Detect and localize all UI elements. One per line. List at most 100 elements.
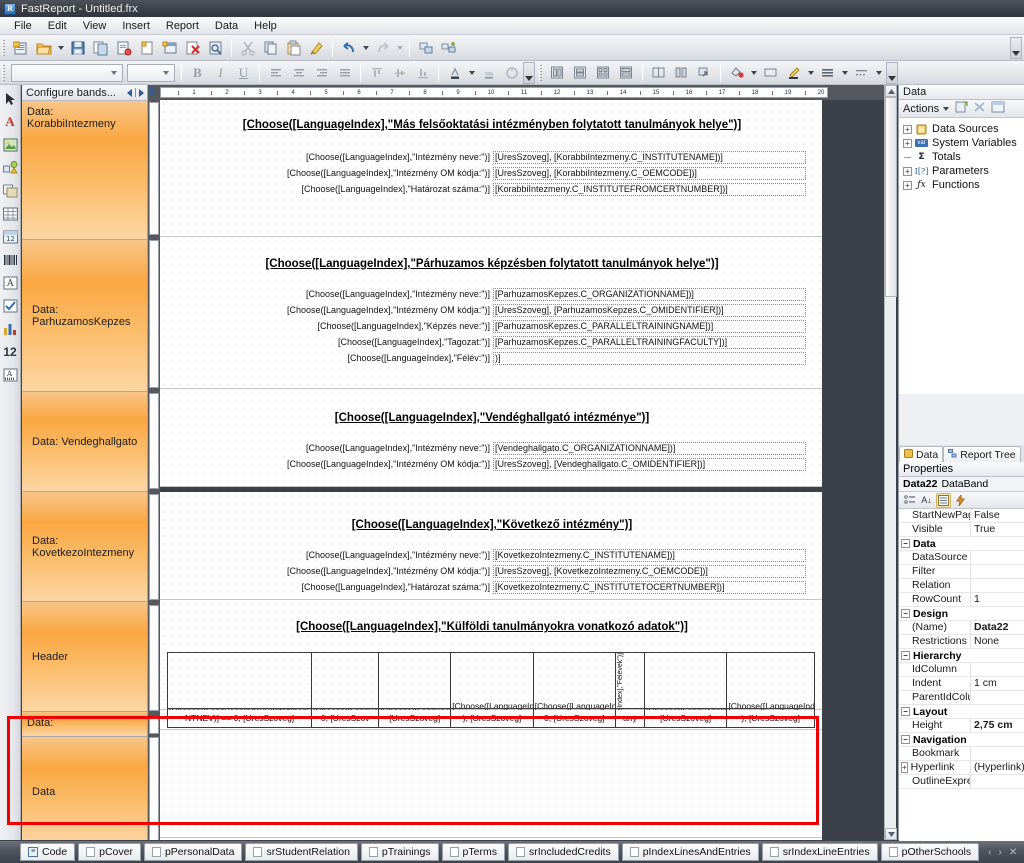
property-value[interactable]: False bbox=[971, 509, 1024, 522]
field-value[interactable]: [KovetkezoIntezmeny.C_INSTITUTETOCERTNUM… bbox=[493, 581, 806, 594]
font-name-select[interactable] bbox=[11, 63, 123, 82]
field-value[interactable]: [ParhuzamosKepzes.C_PARALLELTRAININGNAME… bbox=[493, 320, 806, 333]
same-height-icon[interactable] bbox=[671, 62, 692, 83]
band-parhuzamos-kepzes[interactable]: Data: ParhuzamosKepzes bbox=[22, 240, 147, 392]
new-item-icon[interactable] bbox=[955, 101, 968, 116]
menu-view[interactable]: View bbox=[75, 18, 115, 34]
tree-item-functions[interactable]: + ƒx Functions bbox=[903, 178, 1024, 192]
property-row[interactable]: Restrictions None bbox=[899, 635, 1024, 649]
property-value[interactable]: (Hyperlink) bbox=[971, 761, 1024, 774]
field-label[interactable]: [Choose([LanguageIndex],"Intézmény neve:… bbox=[240, 550, 490, 561]
align-justify-icon[interactable] bbox=[334, 62, 355, 83]
style-icon[interactable] bbox=[760, 62, 781, 83]
field-value[interactable]: [UresSzoveg], [Vendeghallgato.C_OMIDENTI… bbox=[493, 458, 806, 471]
actions-menu-button[interactable]: Actions bbox=[903, 103, 939, 115]
align-objects-center-icon[interactable] bbox=[570, 62, 591, 83]
section-title[interactable]: [Choose([LanguageIndex],"Más felsőoktatá… bbox=[182, 119, 802, 131]
property-row[interactable]: RowCount 1 bbox=[899, 593, 1024, 607]
property-row[interactable]: Indent 1 cm bbox=[899, 677, 1024, 691]
property-value[interactable]: None bbox=[971, 635, 1024, 648]
tab-code[interactable]: ≡ Code bbox=[20, 843, 76, 861]
format-painter-icon[interactable] bbox=[306, 37, 327, 58]
table-cell[interactable]: [UresSzoveg] bbox=[643, 708, 728, 728]
barcode-icon[interactable] bbox=[1, 249, 20, 271]
field-label[interactable]: [Choose([LanguageIndex],"Intézmény neve:… bbox=[240, 443, 490, 454]
section-vendeghallgato[interactable]: [Choose([LanguageIndex],"Vendéghallgató … bbox=[160, 389, 822, 487]
toolbar-overflow-button[interactable] bbox=[1010, 36, 1022, 59]
table-cell[interactable]: 0, [UresSzov bbox=[311, 708, 380, 728]
tab-ptrainings[interactable]: pTrainings bbox=[360, 843, 439, 861]
menu-help[interactable]: Help bbox=[246, 18, 285, 34]
expand-icon[interactable]: + bbox=[903, 124, 912, 134]
field-label[interactable]: [Choose([LanguageIndex],"Intézmény neve:… bbox=[240, 289, 490, 300]
field-value[interactable]: [Vendeghallgato.C_ORGANIZATIONNAME])] bbox=[493, 442, 806, 455]
property-group[interactable]: − Design bbox=[899, 607, 1024, 621]
actions-dropdown-icon[interactable] bbox=[943, 106, 950, 111]
open-report-icon[interactable] bbox=[33, 37, 54, 58]
field-value[interactable]: [ParhuzamosKepzes.C_ORGANIZATIONNAME])] bbox=[493, 288, 806, 301]
italic-button[interactable]: I bbox=[210, 63, 231, 83]
section-data-selected[interactable] bbox=[160, 730, 822, 838]
events-view-icon[interactable] bbox=[953, 493, 968, 508]
font-size-select[interactable] bbox=[127, 63, 175, 82]
page-settings-icon[interactable] bbox=[113, 37, 134, 58]
new-report-icon[interactable] bbox=[10, 37, 31, 58]
table-icon[interactable] bbox=[1, 203, 20, 225]
tab-srstudentrelation[interactable]: srStudentRelation bbox=[245, 843, 358, 861]
tab-data[interactable]: Data bbox=[899, 446, 944, 462]
align-right-icon[interactable] bbox=[311, 62, 332, 83]
property-row[interactable]: Filter bbox=[899, 565, 1024, 579]
property-row[interactable]: IdColumn bbox=[899, 663, 1024, 677]
text-A-icon[interactable]: A bbox=[1, 111, 20, 133]
field-label[interactable]: [Choose([LanguageIndex],"Intézmény OM kó… bbox=[220, 459, 490, 470]
ungroup-icon[interactable] bbox=[438, 37, 459, 58]
field-label[interactable]: [Choose([LanguageIndex],"Határozat száma… bbox=[235, 582, 491, 593]
redo-dropdown-icon[interactable] bbox=[394, 37, 405, 58]
group-icon[interactable] bbox=[415, 37, 436, 58]
field-value[interactable]: [UresSzoveg], [ParhuzamosKepzes.C_OMIDEN… bbox=[493, 304, 806, 317]
field-value[interactable]: )] bbox=[493, 352, 806, 365]
band-data-selected[interactable]: Data bbox=[22, 737, 147, 840]
property-group[interactable]: − Layout bbox=[899, 705, 1024, 719]
property-value[interactable] bbox=[971, 551, 1024, 564]
tree-item-parameters[interactable]: + I[?] Parameters bbox=[903, 164, 1024, 178]
collapse-icon[interactable]: − bbox=[901, 707, 910, 716]
bold-button[interactable]: B bbox=[187, 63, 208, 83]
properties-list[interactable]: StartNewPageFalseVisibleTrue−DataDataSou… bbox=[899, 509, 1024, 789]
property-value[interactable] bbox=[971, 579, 1024, 592]
expand-icon[interactable]: + bbox=[903, 138, 912, 148]
table-cell[interactable]: 0, [UresSzoveg] bbox=[532, 708, 617, 728]
property-value[interactable]: 2,75 cm bbox=[971, 719, 1024, 732]
property-row[interactable]: Bookmark bbox=[899, 747, 1024, 761]
align-top-icon[interactable] bbox=[366, 62, 387, 83]
fill-color-icon[interactable] bbox=[726, 62, 747, 83]
toolbar-grip[interactable] bbox=[2, 39, 6, 56]
table-cell[interactable]: any bbox=[615, 708, 645, 728]
richtext-icon[interactable]: A bbox=[1, 272, 20, 294]
categorized-view-icon[interactable] bbox=[902, 493, 917, 508]
same-width-icon[interactable] bbox=[648, 62, 669, 83]
field-label[interactable]: [Choose([LanguageIndex],"Intézmény OM kó… bbox=[220, 566, 490, 577]
menu-file[interactable]: File bbox=[6, 18, 40, 34]
table-row[interactable]: NTNEV)] == 0, [UresSzoveg] 0, [UresSzov … bbox=[166, 708, 815, 728]
field-label[interactable]: [Choose([LanguageIndex],"Tagozat:")] bbox=[270, 337, 490, 348]
report-designer-canvas[interactable]: 1 2 3 4 5 6 7 8 9 10 11 12 13 14 15 16 17 18 19 20 [Choose(… bbox=[148, 85, 896, 840]
property-group[interactable]: − Hierarchy bbox=[899, 649, 1024, 663]
field-label[interactable]: [Choose([LanguageIndex],"Határozat száma… bbox=[235, 184, 491, 195]
view-data-icon[interactable] bbox=[991, 101, 1005, 116]
new-page-icon[interactable] bbox=[136, 37, 157, 58]
property-group[interactable]: − Data bbox=[899, 537, 1024, 551]
tab-potherschools[interactable]: pOtherSchools bbox=[880, 843, 980, 861]
field-label[interactable]: [Choose([LanguageIndex],"Képzés neve:")] bbox=[250, 321, 490, 332]
band-vendeghallgato[interactable]: Data: Vendeghallgato bbox=[22, 392, 147, 492]
paste-icon[interactable] bbox=[283, 37, 304, 58]
tree-item-totals[interactable]: Σ Totals bbox=[903, 150, 1024, 164]
property-row[interactable]: Height 2,75 cm bbox=[899, 719, 1024, 733]
align-toolbar-grip[interactable] bbox=[539, 64, 543, 81]
field-value[interactable]: [ParhuzamosKepzes.C_PARALLELTRAININGFACU… bbox=[493, 336, 806, 349]
band-scroll-left-icon[interactable] bbox=[127, 88, 132, 97]
property-row[interactable]: ParentIdColumn bbox=[899, 691, 1024, 705]
delete-page-icon[interactable] bbox=[182, 37, 203, 58]
clear-format-icon[interactable] bbox=[501, 62, 522, 83]
redo-icon[interactable] bbox=[372, 37, 393, 58]
